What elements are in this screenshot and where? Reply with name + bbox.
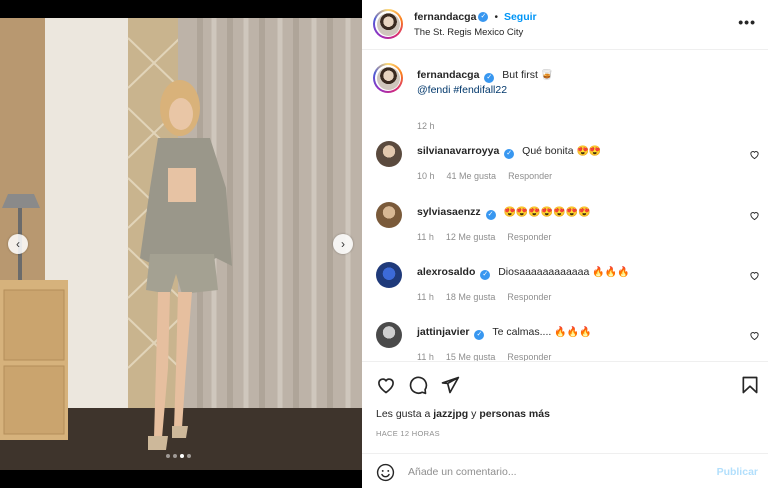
reply-button[interactable]: Responder (507, 232, 551, 242)
comment-time: 11 h (417, 232, 434, 242)
post-timestamp: HACE 12 HORAS (376, 429, 440, 438)
reply-button[interactable]: Responder (507, 352, 551, 361)
comment-body: Diosaaaaaaaaaaaa (498, 266, 590, 278)
carousel-indicator (166, 454, 191, 458)
caption-row: fernandacga ✓ But first 🥃 @fendi #fendif… (362, 63, 768, 133)
verified-badge-icon: ✓ (474, 330, 485, 340)
comment-likes[interactable]: 41 Me gusta (447, 171, 497, 181)
caption-timestamp: 12 h (417, 121, 435, 131)
verified-badge-icon: ✓ (504, 149, 515, 159)
likes-user-link[interactable]: jazzjpg (433, 408, 468, 420)
comment-time: 11 h (417, 292, 434, 302)
comment-meta: 11 h 15 Me gusta Responder (417, 352, 563, 361)
like-heart-icon[interactable] (376, 375, 396, 395)
verified-badge-icon: ✓ (484, 73, 495, 83)
publish-button[interactable]: Publicar (717, 466, 758, 478)
comment-input[interactable] (408, 462, 708, 482)
comment-emoji: 🔥🔥🔥 (554, 327, 592, 338)
caption-emoji: 🥃 (540, 70, 554, 81)
follow-button[interactable]: Seguir (504, 11, 537, 23)
like-comment-heart-icon[interactable] (749, 149, 760, 160)
like-comment-heart-icon[interactable] (749, 210, 760, 221)
comment-time: 11 h (417, 352, 434, 361)
likes-conjunction: y (471, 408, 477, 420)
comment-emoji: 😍😍 (576, 146, 602, 157)
share-paper-plane-icon[interactable] (440, 375, 460, 395)
comment-time: 10 h (417, 171, 435, 181)
author-avatar[interactable] (373, 9, 403, 39)
emoji-smiley-icon[interactable] (376, 463, 395, 482)
comment-meta: 11 h 18 Me gusta Responder (417, 292, 563, 302)
likes-others-link[interactable]: personas más (479, 408, 550, 420)
comment-bubble-icon[interactable] (408, 375, 428, 395)
location-link[interactable]: The St. Regis Mexico City (414, 27, 523, 38)
more-options-icon[interactable]: ••• (738, 14, 756, 30)
comment-emoji: 😍😍😍😍😍😍😍 (503, 207, 591, 218)
save-bookmark-icon[interactable] (740, 375, 760, 395)
commenter-username[interactable]: alexrosaldo (417, 266, 475, 278)
comments-list[interactable]: fernandacga ✓ But first 🥃 @fendi #fendif… (362, 51, 768, 361)
comment-meta: 10 h 41 Me gusta Responder (417, 171, 564, 181)
carousel-dot (187, 454, 191, 458)
author-avatar[interactable] (373, 63, 403, 93)
commenter-avatar[interactable] (376, 202, 402, 228)
likes-summary: Les gusta a jazzjpg y personas más (376, 408, 550, 420)
caption-text: fernandacga ✓ But first 🥃 (417, 69, 553, 83)
verified-badge-icon: ✓ (485, 210, 496, 220)
comment-text: alexrosaldo ✓ Diosaaaaaaaaaaaa 🔥🔥🔥 (417, 266, 630, 280)
verified-badge-icon: ✓ (480, 270, 491, 280)
post-photo[interactable] (0, 18, 362, 470)
verified-badge-icon: ✓ (478, 12, 489, 22)
comment-body: Te calmas.... (492, 326, 552, 338)
commenter-avatar[interactable] (376, 262, 402, 288)
comment-text: jattinjavier ✓ Te calmas.... 🔥🔥🔥 (417, 326, 592, 340)
photo-illustration (0, 18, 362, 470)
comment-row: sylviasaenzz ✓ 😍😍😍😍😍😍😍 11 h 12 Me gusta Re… (362, 202, 768, 252)
lamp (2, 194, 40, 208)
likes-prefix: Les gusta a (376, 408, 431, 420)
comment-text: sylviasaenzz ✓ 😍😍😍😍😍😍😍 (417, 206, 591, 220)
caption-body: But first (502, 69, 538, 81)
like-comment-heart-icon[interactable] (749, 330, 760, 341)
like-comment-heart-icon[interactable] (749, 270, 760, 281)
commenter-avatar[interactable] (376, 141, 402, 167)
comment-text: silvianavarroyya ✓ Qué bonita 😍😍 (417, 145, 601, 159)
comment-emoji: 🔥🔥🔥 (592, 267, 630, 278)
reply-button[interactable]: Responder (508, 171, 552, 181)
comment-likes[interactable]: 15 Me gusta (446, 352, 496, 361)
caption-username[interactable]: fernandacga (417, 69, 479, 81)
commenter-username[interactable]: sylviasaenzz (417, 206, 481, 218)
commenter-username[interactable]: silvianavarroyya (417, 145, 499, 157)
carousel-prev-button[interactable]: ‹ (8, 234, 28, 254)
comment-row: alexrosaldo ✓ Diosaaaaaaaaaaaa 🔥🔥🔥 11 h1… (362, 262, 768, 312)
carousel-dot (173, 454, 177, 458)
post-header: fernandacga ✓ • Seguir The St. Regis Mex… (362, 0, 768, 50)
post-media: ‹ › (0, 0, 362, 488)
carousel-dot (166, 454, 170, 458)
chevron-right-icon: › (341, 237, 345, 251)
caption-tags[interactable]: @fendi #fendifall22 (417, 84, 507, 96)
chevron-left-icon: ‹ (16, 237, 20, 251)
author-line: fernandacga ✓ • Seguir (414, 11, 537, 23)
separator-dot: • (494, 11, 498, 23)
comment-body: Qué bonita (522, 145, 574, 157)
carousel-next-button[interactable]: › (333, 234, 353, 254)
carousel-dot-active (180, 454, 184, 458)
post-panel: fernandacga ✓ • Seguir The St. Regis Mex… (362, 0, 768, 488)
comment-meta: 11 h 12 Me gusta Responder (417, 232, 563, 242)
post-actions: Les gusta a jazzjpg y personas más HACE … (362, 361, 768, 449)
comment-composer: Publicar (362, 453, 768, 488)
comment-likes[interactable]: 18 Me gusta (446, 292, 496, 302)
comment-row: jattinjavier ✓ Te calmas.... 🔥🔥🔥 11 h 15 … (362, 322, 768, 361)
commenter-username[interactable]: jattinjavier (417, 326, 470, 338)
commenter-avatar[interactable] (376, 322, 402, 348)
reply-button[interactable]: Responder (507, 292, 551, 302)
comment-likes[interactable]: 12 Me gusta (446, 232, 496, 242)
author-username[interactable]: fernandacga (414, 11, 476, 23)
comment-row: silvianavarroyya ✓ Qué bonita 😍😍 10 h 41 … (362, 141, 768, 191)
